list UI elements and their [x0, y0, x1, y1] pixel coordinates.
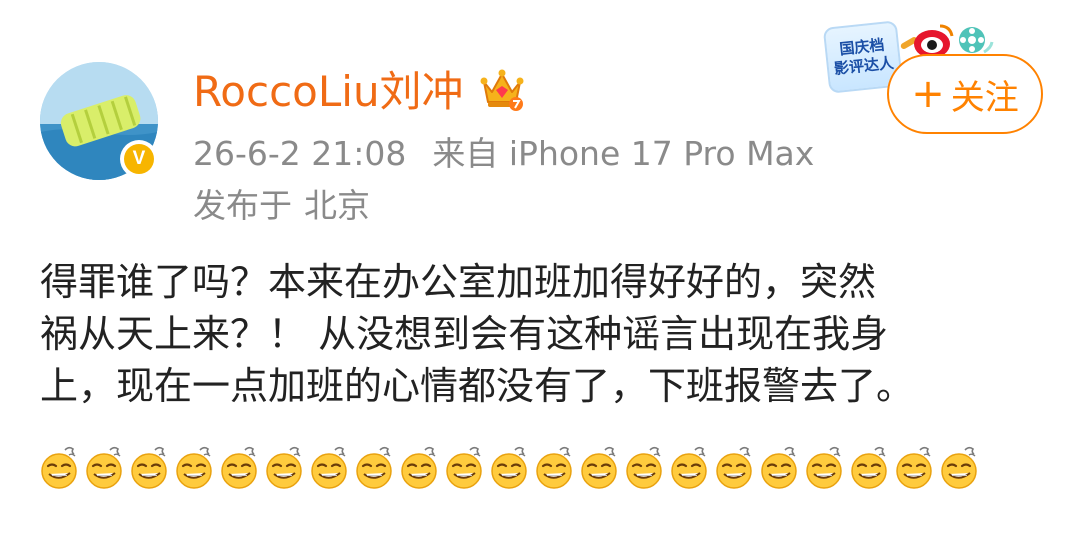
post-meta: 26-6-2 21:08 来自 iPhone 17 Pro Max — [193, 132, 814, 176]
grimace-smirk-emoji-icon — [218, 444, 261, 490]
grimace-smirk-emoji-icon — [938, 444, 981, 490]
grimace-smirk-emoji-icon — [488, 444, 531, 490]
post-location: 发布于 北京 — [193, 184, 370, 228]
grimace-smirk-emoji-icon — [623, 444, 666, 490]
grimace-smirk-emoji-icon — [848, 444, 891, 490]
follow-button[interactable]: + 关注 — [887, 54, 1043, 134]
grimace-smirk-emoji-icon — [443, 444, 486, 490]
location-city: 北京 — [304, 186, 370, 225]
grimace-smirk-emoji-icon — [758, 444, 801, 490]
weibo-post: V RoccoLiu刘冲 26-6-2 21:08 来自 iPhone 17 Pr… — [0, 0, 1080, 536]
grimace-smirk-emoji-icon — [398, 444, 441, 490]
verified-badge: V — [120, 140, 158, 178]
plus-icon: + — [911, 71, 945, 117]
post-text-line-2: 祸从天上来？！ 从没想到会有这种谣言出现在我身 — [40, 312, 889, 356]
post-time[interactable]: 26-6-2 21:08 — [193, 134, 406, 173]
grimace-smirk-emoji-icon — [353, 444, 396, 490]
grimace-smirk-emoji-icon — [803, 444, 846, 490]
grimace-smirk-emoji-icon — [38, 444, 81, 490]
verified-v-icon: V — [124, 144, 154, 174]
grimace-smirk-emoji-icon — [263, 444, 306, 490]
crown-icon[interactable] — [478, 66, 526, 114]
emoji-row — [38, 444, 998, 492]
grimace-smirk-emoji-icon — [578, 444, 621, 490]
follow-button-label: 关注 — [950, 77, 1019, 118]
grimace-smirk-emoji-icon — [668, 444, 711, 490]
grimace-smirk-emoji-icon — [713, 444, 756, 490]
post-text-line-1: 得罪谁了吗？本来在办公室加班加得好好的，突然 — [40, 260, 877, 304]
grimace-smirk-emoji-icon — [128, 444, 171, 490]
grimace-smirk-emoji-icon — [83, 444, 126, 490]
grimace-smirk-emoji-icon — [893, 444, 936, 490]
post-source: 来自 iPhone 17 Pro Max — [432, 134, 815, 173]
grimace-smirk-emoji-icon — [173, 444, 216, 490]
location-label: 发布于 — [193, 186, 292, 225]
grimace-smirk-emoji-icon — [308, 444, 351, 490]
post-content: 得罪谁了吗？本来在办公室加班加得好好的，突然 祸从天上来？！ 从没想到会有这种谣… — [40, 256, 1050, 412]
username[interactable]: RoccoLiu刘冲 — [193, 62, 464, 122]
grimace-smirk-emoji-icon — [533, 444, 576, 490]
post-text-line-3: 上，现在一点加班的心情都没有了，下班报警去了。 — [40, 364, 915, 408]
